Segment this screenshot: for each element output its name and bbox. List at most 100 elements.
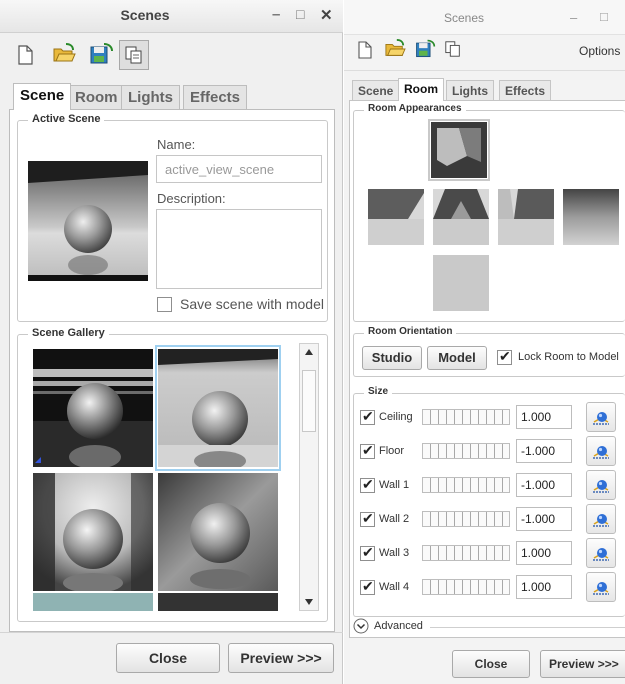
gallery-thumbnail[interactable]	[33, 473, 153, 591]
size-value-input[interactable]: 1.000	[516, 575, 572, 599]
size-value-input[interactable]: -1.000	[516, 439, 572, 463]
tab-effects[interactable]: Effects	[499, 80, 552, 100]
wall-tile-1[interactable]	[368, 189, 424, 245]
size-value-input[interactable]: -1.000	[516, 473, 572, 497]
size-slider[interactable]	[422, 511, 510, 527]
size-row-label: Wall 1	[379, 479, 410, 491]
size-value-input[interactable]: -1.000	[516, 507, 572, 531]
close-icon[interactable]: ✕	[320, 6, 333, 24]
save-scene-checkbox[interactable]	[157, 297, 172, 312]
size-row-checkbox[interactable]	[360, 510, 375, 527]
scene-gallery-label: Scene Gallery	[28, 327, 109, 339]
size-picker-button[interactable]	[586, 504, 616, 534]
close-button[interactable]: Close	[452, 650, 530, 678]
model-button[interactable]: Model	[427, 346, 487, 370]
tab-effects[interactable]: Effects	[183, 85, 248, 109]
size-picker-button[interactable]	[586, 572, 616, 602]
studio-button[interactable]: Studio	[362, 346, 422, 370]
save-icon[interactable]	[414, 38, 436, 60]
select-sphere-icon	[593, 412, 609, 425]
description-label: Description:	[157, 191, 226, 206]
size-slider[interactable]	[422, 409, 510, 425]
maximize-icon[interactable]: □	[600, 9, 608, 24]
ceiling-tile[interactable]	[431, 122, 487, 178]
divider	[0, 632, 343, 633]
lock-room-label: Lock Room to Model	[518, 351, 619, 363]
copy-icon	[125, 46, 142, 64]
size-row-checkbox[interactable]	[360, 408, 375, 425]
open-folder-icon[interactable]	[52, 43, 76, 65]
gallery-thumbnail[interactable]	[158, 593, 278, 611]
minimize-icon[interactable]: –	[272, 6, 280, 23]
select-sphere-icon	[593, 514, 609, 527]
size-slider[interactable]	[422, 545, 510, 561]
options-menu[interactable]: Options	[579, 44, 620, 58]
size-slider[interactable]	[422, 443, 510, 459]
size-label: Size	[364, 386, 393, 397]
size-picker-button[interactable]	[586, 538, 616, 568]
preview-button[interactable]: Preview >>>	[540, 650, 625, 678]
size-row-checkbox[interactable]	[360, 442, 375, 459]
size-value-input[interactable]: 1.000	[516, 541, 572, 565]
size-slider[interactable]	[422, 579, 510, 595]
gallery-thumbnail[interactable]	[158, 349, 278, 467]
active-scene-group: Active Scene Name: active_view_scene Des…	[17, 113, 328, 322]
divider	[344, 70, 625, 71]
wall-tile-3[interactable]	[498, 189, 554, 245]
scenes-dialog-left: Scenes – □ ✕ Scene Room Lights Effects A…	[0, 0, 343, 684]
gallery-viewport	[27, 343, 291, 611]
tab-room[interactable]: Room	[68, 85, 125, 109]
maximize-icon[interactable]: □	[296, 6, 304, 22]
size-value-input[interactable]: 1.000	[516, 405, 572, 429]
window-title: Scenes	[120, 7, 170, 23]
title-bar: Scenes – □ ✕	[0, 0, 343, 33]
copy-button[interactable]	[119, 40, 149, 70]
name-label: Name:	[157, 137, 196, 152]
size-slider[interactable]	[422, 477, 510, 493]
wall-tile-4[interactable]	[563, 189, 619, 245]
size-row-checkbox[interactable]	[360, 578, 375, 595]
preview-button[interactable]: Preview >>>	[228, 643, 334, 673]
minimize-icon[interactable]: –	[570, 10, 577, 25]
gallery-thumbnail[interactable]	[158, 473, 278, 591]
wall-tile-2[interactable]	[433, 189, 489, 245]
tab-lights[interactable]: Lights	[121, 85, 180, 109]
scene-tab-page: Active Scene Name: active_view_scene Des…	[9, 109, 335, 632]
select-sphere-icon	[593, 582, 609, 595]
size-picker-button[interactable]	[586, 470, 616, 500]
floor-tile[interactable]	[433, 255, 489, 311]
size-picker-button[interactable]	[586, 436, 616, 466]
size-picker-button[interactable]	[586, 402, 616, 432]
new-icon[interactable]	[356, 40, 374, 60]
select-sphere-icon	[593, 446, 609, 459]
title-bar: Scenes – □	[344, 0, 625, 35]
scroll-down-icon[interactable]	[304, 598, 314, 606]
size-row-label: Ceiling	[379, 411, 413, 423]
copy-icon[interactable]	[444, 40, 462, 58]
scene-name-input[interactable]: active_view_scene	[156, 155, 322, 183]
lock-room-checkbox[interactable]	[497, 348, 512, 365]
scrollbar-thumb[interactable]	[302, 370, 316, 432]
size-row-label: Wall 4	[379, 581, 410, 593]
size-row-checkbox[interactable]	[360, 544, 375, 561]
gallery-thumbnail[interactable]	[33, 349, 153, 467]
size-row-checkbox[interactable]	[360, 476, 375, 493]
room-tab-page: Room Appearances Room Orientation Studio…	[349, 100, 625, 638]
open-folder-icon[interactable]	[384, 39, 406, 59]
scenes-dialog-right: Scenes – □ Options Scene Room Lights Eff…	[344, 0, 625, 684]
tab-lights[interactable]: Lights	[446, 80, 494, 100]
tab-room[interactable]: Room	[398, 78, 444, 101]
active-scene-thumbnail	[28, 161, 148, 281]
description-textarea[interactable]	[156, 209, 322, 289]
close-button[interactable]: Close	[116, 643, 220, 673]
tab-scene[interactable]: Scene	[352, 80, 400, 100]
advanced-label: Advanced	[374, 620, 423, 632]
new-icon[interactable]	[14, 44, 36, 66]
gallery-scrollbar[interactable]	[299, 343, 319, 611]
save-icon[interactable]	[88, 43, 114, 65]
gallery-thumbnail[interactable]	[33, 593, 153, 611]
size-row-label: Wall 3	[379, 547, 410, 559]
scroll-up-icon[interactable]	[304, 348, 314, 356]
advanced-expand-icon[interactable]	[353, 618, 369, 634]
tab-scene[interactable]: Scene	[13, 83, 72, 110]
